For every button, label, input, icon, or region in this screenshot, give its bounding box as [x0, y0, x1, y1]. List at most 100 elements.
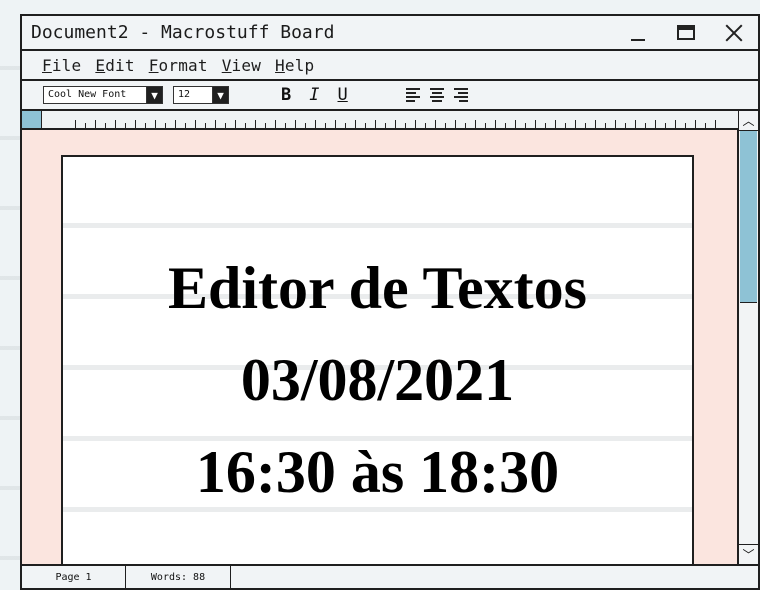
ruler-tick — [275, 120, 276, 128]
ruler-tick — [625, 123, 626, 128]
font-size-select[interactable]: 12 ▼ — [173, 86, 229, 104]
ruler-tick — [295, 120, 296, 128]
ruler-tick — [395, 120, 396, 128]
window-title: Document2 - Macrostuff Board — [31, 22, 335, 43]
status-empty-area — [231, 566, 758, 588]
ruler-tick — [145, 123, 146, 128]
ruler-tick — [195, 120, 196, 128]
align-center-icon[interactable] — [429, 88, 444, 102]
ruler-tick — [345, 123, 346, 128]
ruler-tick — [205, 123, 206, 128]
ruler-tick — [465, 123, 466, 128]
ruler-tick — [365, 123, 366, 128]
ruler-tick — [315, 120, 316, 128]
ruler-tick — [85, 123, 86, 128]
ruler-indent-marker[interactable] — [22, 111, 42, 128]
ruler-tick — [155, 120, 156, 128]
document-line-date[interactable]: 03/08/2021 — [241, 350, 514, 410]
ruler-tick — [375, 120, 376, 128]
ruler-tick — [325, 123, 326, 128]
ruler-tick — [415, 120, 416, 128]
ruler-tick — [435, 120, 436, 128]
ruler-tick — [485, 123, 486, 128]
ruler-tick — [675, 120, 676, 128]
ruler-tick — [405, 123, 406, 128]
ruler-tick — [75, 120, 76, 128]
ruler-tick — [475, 120, 476, 128]
ruler-tick — [255, 120, 256, 128]
ruler-tick — [355, 120, 356, 128]
close-button[interactable] — [710, 16, 758, 49]
chevron-down-icon[interactable]: ▼ — [212, 87, 228, 103]
ruler-tick — [565, 123, 566, 128]
ruler-tick — [685, 123, 686, 128]
ruler-tick — [585, 123, 586, 128]
ruler-tick — [595, 120, 596, 128]
word-processor-window: Document2 - Macrostuff Board File Edit F… — [20, 14, 760, 590]
ruler-tick — [715, 120, 716, 128]
scroll-up-button[interactable]: ︿ — [739, 111, 758, 131]
alignment-buttons — [405, 88, 468, 102]
menu-help[interactable]: Help — [275, 56, 314, 75]
document-page[interactable]: Editor de Textos 03/08/2021 16:30 às 18:… — [61, 155, 694, 564]
italic-button[interactable]: I — [309, 86, 319, 104]
ruler-tick — [245, 123, 246, 128]
text-style-buttons: B I U — [281, 86, 348, 104]
ruler-tick — [635, 120, 636, 128]
ruler[interactable] — [22, 111, 738, 130]
scroll-down-icon: ﹀ — [742, 548, 755, 562]
vertical-scrollbar[interactable]: ︿ ﹀ — [738, 111, 758, 564]
menu-edit[interactable]: Edit — [95, 56, 134, 75]
font-select-value: Cool New Font — [48, 89, 127, 100]
ruler-tick — [135, 120, 136, 128]
scroll-thumb[interactable] — [740, 131, 757, 303]
font-size-value: 12 — [178, 89, 191, 100]
menu-view[interactable]: View — [222, 56, 261, 75]
ruler-tick — [645, 123, 646, 128]
menu-bar: File Edit Format View Help — [22, 51, 758, 81]
chevron-down-icon[interactable]: ▼ — [146, 87, 162, 103]
ruler-tick — [555, 120, 556, 128]
ruler-tick — [335, 120, 336, 128]
window-controls — [614, 16, 758, 49]
document-line-time[interactable]: 16:30 às 18:30 — [196, 442, 559, 502]
ruler-tick — [105, 123, 106, 128]
scroll-up-icon: ︿ — [742, 114, 755, 128]
ruler-tick — [615, 120, 616, 128]
ruler-tick — [495, 120, 496, 128]
document-content[interactable]: Editor de Textos 03/08/2021 16:30 às 18:… — [63, 157, 692, 564]
minimize-button[interactable] — [614, 16, 662, 49]
align-left-icon[interactable] — [405, 88, 420, 102]
ruler-tick — [545, 123, 546, 128]
ruler-tick — [655, 120, 656, 128]
ruler-tick — [115, 120, 116, 128]
ruler-tick — [215, 120, 216, 128]
title-bar[interactable]: Document2 - Macrostuff Board — [22, 16, 758, 51]
ruler-tick — [385, 123, 386, 128]
document-line-title[interactable]: Editor de Textos — [168, 258, 587, 318]
ruler-tick — [185, 123, 186, 128]
maximize-button[interactable] — [662, 16, 710, 49]
scroll-down-button[interactable]: ﹀ — [739, 544, 758, 564]
ruler-tick — [225, 123, 226, 128]
ruler-tick — [575, 120, 576, 128]
ruler-tick — [265, 123, 266, 128]
ruler-tick — [505, 123, 506, 128]
font-select[interactable]: Cool New Font ▼ — [43, 86, 163, 104]
ruler-tick — [525, 123, 526, 128]
ruler-tick — [125, 123, 126, 128]
word-count-status: Words: 88 — [126, 566, 231, 588]
ruler-tick — [535, 120, 536, 128]
bold-button[interactable]: B — [281, 86, 291, 104]
ruler-tick — [285, 123, 286, 128]
document-area[interactable]: Editor de Textos 03/08/2021 16:30 às 18:… — [22, 130, 738, 564]
menu-file[interactable]: File — [42, 56, 81, 75]
status-bar: Page 1 Words: 88 — [22, 564, 758, 588]
align-right-icon[interactable] — [453, 88, 468, 102]
page-status: Page 1 — [22, 566, 126, 588]
menu-format[interactable]: Format — [149, 56, 208, 75]
ruler-tick — [665, 123, 666, 128]
ruler-tick — [165, 123, 166, 128]
ruler-tick — [605, 123, 606, 128]
underline-button[interactable]: U — [338, 86, 348, 104]
